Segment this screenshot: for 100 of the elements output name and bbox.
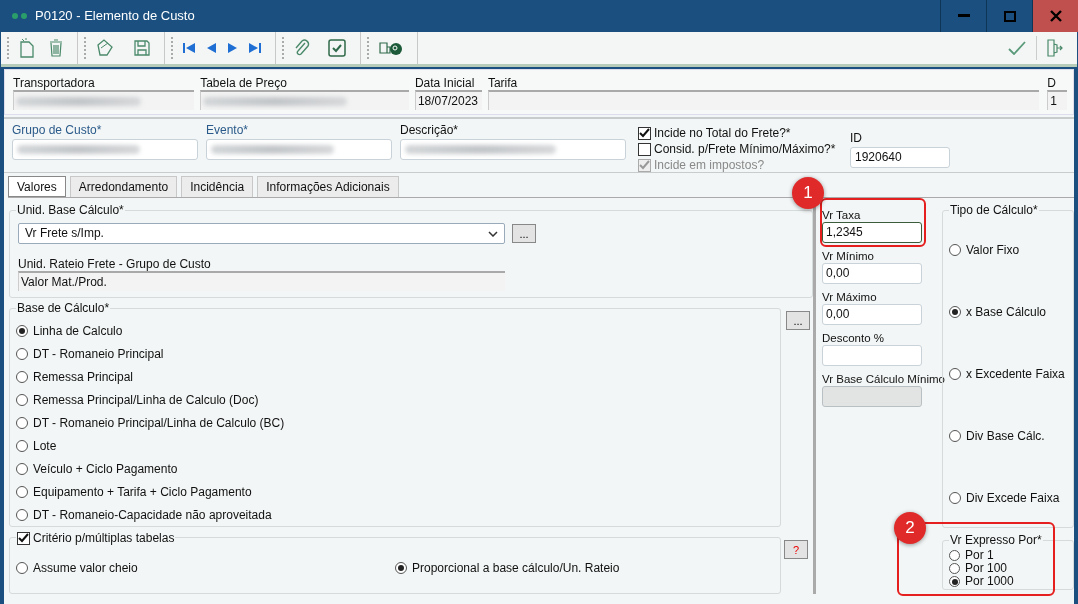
tab[interactable]: Incidência [181,176,254,197]
first-icon[interactable] [183,43,195,53]
radio-label: Linha de Calculo [33,322,123,340]
text-field[interactable] [200,90,409,110]
input-field[interactable]: 0,00 [822,304,922,325]
radio-label: Remessa Principal/Linha de Calculo (Doc) [33,391,259,409]
radio-button[interactable] [16,393,28,406]
radio-button[interactable] [949,430,961,442]
paperclip-icon[interactable] [294,39,310,57]
radio-button[interactable] [16,561,28,574]
next-icon[interactable] [228,43,237,53]
radio-label: Div Base Cálc. [966,428,1045,445]
radio-button[interactable] [949,244,961,256]
radio-button[interactable] [949,492,961,504]
text-field[interactable] [487,90,1040,110]
input-field[interactable] [822,345,922,366]
checkbox[interactable] [638,126,651,140]
checkbox-label: Incide em impostos? [654,157,765,174]
field-label: D [1047,76,1057,90]
field-label: ID [850,131,863,145]
app-icon [12,13,27,19]
id-field[interactable]: 1920640 [850,147,950,168]
group-label: Base de Cálculo* [16,301,111,315]
text-field[interactable]: 1 [1047,90,1067,110]
group-label: Unid. Base Cálculo* [16,203,125,217]
radio-button[interactable] [949,576,960,587]
radio-label: Por 1 [965,549,994,562]
radio-button[interactable] [16,347,28,360]
field-label: Vr Taxa [822,208,861,222]
field-label: Tabela de Preço [200,76,288,90]
field-label: Data Inicial [414,76,476,90]
help-button[interactable]: ? [784,540,808,559]
chevron-down-icon [488,230,498,237]
browse-button[interactable]: ... [512,224,536,243]
radio-button[interactable] [16,324,28,337]
radio-button[interactable] [949,563,960,574]
input-field[interactable]: 1,2345 [822,222,922,243]
tab[interactable]: Arredondamento [69,176,178,197]
browse-button[interactable]: ... [786,311,810,330]
radio-label: Proporcional a base cálculo/Un. Rateio [412,559,620,577]
radio-label: Lote [33,437,57,455]
radio-label: Remessa Principal [33,368,134,386]
radio-label: DT - Romaneio-Capacidade não aproveitada [33,506,272,524]
radio-label: x Base Cálculo [966,304,1047,321]
checkbox-label: Critério p/múltiplas tabelas [33,531,175,545]
group-label: Vr Expresso Por* [949,533,1043,547]
field-label: Vr Mínimo [822,249,874,263]
text-field[interactable] [400,139,626,160]
radio-label: Valor Fixo [966,242,1020,259]
text-field[interactable] [206,139,392,160]
tab[interactable]: Informações Adicionais [257,176,399,197]
text-field[interactable] [13,90,195,110]
new-document-icon[interactable] [19,38,35,58]
close-icon [1049,10,1062,22]
radio-label: x Excedente Faixa [966,366,1065,383]
exit-icon[interactable] [1047,39,1063,57]
trash-icon[interactable] [49,39,63,57]
radio-button[interactable] [16,508,28,521]
radio-button[interactable] [16,485,28,498]
radio-button[interactable] [16,462,28,475]
minimize-icon [957,14,970,18]
field-label: Tarifa [487,76,519,90]
window-title: P0120 - Elemento de Custo [35,7,195,26]
text-field[interactable] [12,139,198,160]
checkbox[interactable] [17,531,30,545]
maximize-icon [1003,10,1016,22]
field-label: Grupo de Custo* [12,123,103,137]
field-label: Desconto % [822,331,884,345]
radio-label: Equipamento + Tarifa + Ciclo Pagamento [33,483,252,501]
radio-button[interactable] [16,439,28,452]
dropdown[interactable]: Vr Frete s/Imp. [18,223,505,244]
save-icon[interactable] [134,40,150,56]
radio-label: Div Excede Faixa [966,490,1060,507]
close-button[interactable] [1032,0,1078,32]
tab[interactable]: Valores [8,176,66,197]
checkbox-icon[interactable] [328,39,346,57]
last-icon[interactable] [249,43,261,53]
checkbox-label: Consid. p/Frete Mínimo/Máximo?* [654,141,836,158]
field-label: Transportadora [13,76,96,90]
radio-button[interactable] [395,561,407,574]
previous-icon[interactable] [207,43,216,53]
dropdown-value: Vr Frete s/Imp. [25,225,104,242]
check-icon[interactable] [1008,41,1026,55]
text-field[interactable]: 18/07/2023 [414,90,482,110]
input-field[interactable]: 0,00 [822,263,922,284]
radio-button[interactable] [16,370,28,383]
radio-label: Por 100 [965,562,1008,575]
radio-button[interactable] [949,306,961,318]
radio-button[interactable] [16,416,28,429]
field-label: Unid. Rateio Frete - Grupo de Custo [18,257,211,271]
radio-label: DT - Romaneio Principal [33,345,164,363]
field-label: Vr Máximo [822,290,877,304]
field-label: Vr Base Cálculo Mínimo [822,372,945,386]
checkbox-label: Incide no Total do Frete?* [654,125,791,142]
group-label: Tipo de Cálculo* [949,203,1039,217]
radio-label: Veículo + Ciclo Pagamento [33,460,178,478]
radio-button[interactable] [949,368,961,380]
field-label: Evento* [206,123,250,137]
checkbox[interactable] [638,142,651,156]
radio-button[interactable] [949,550,960,561]
